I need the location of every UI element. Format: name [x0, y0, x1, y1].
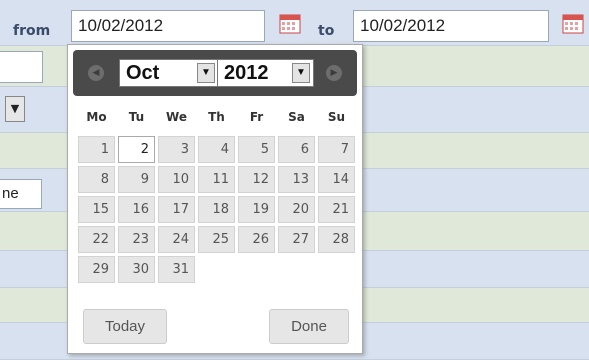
chevron-down-icon[interactable]: ▼	[292, 63, 310, 83]
weekday-label: Sa	[288, 110, 305, 124]
month-value: Oct	[126, 62, 160, 84]
datepicker-popup: ◀ Oct ▼ 2012 ▼ ▶ Mo Tu We Th Fr Sa Su 12345678…	[67, 44, 363, 354]
weekday-label: Tu	[128, 110, 145, 124]
day-cell[interactable]: 1	[78, 136, 115, 163]
day-cell[interactable]: 29	[78, 256, 115, 283]
left-text-input[interactable]	[0, 51, 43, 83]
day-cell[interactable]: 10	[158, 166, 195, 193]
day-cell-selected[interactable]: 2	[118, 136, 155, 163]
day-cell[interactable]: 17	[158, 196, 195, 223]
to-label: to	[318, 23, 335, 39]
year-select[interactable]: 2012 ▼	[217, 59, 314, 87]
weekday-label: Th	[208, 110, 225, 124]
done-button[interactable]: Done	[269, 309, 349, 344]
day-cell[interactable]: 26	[238, 226, 275, 253]
day-cell[interactable]: 23	[118, 226, 155, 253]
day-cell[interactable]: 15	[78, 196, 115, 223]
day-cell[interactable]: 20	[278, 196, 315, 223]
weekday-label: Fr	[249, 110, 264, 124]
day-cell[interactable]: 21	[318, 196, 355, 223]
chevron-down-icon[interactable]: ▼	[197, 63, 215, 83]
day-cell[interactable]: 28	[318, 226, 355, 253]
day-cell[interactable]: 6	[278, 136, 315, 163]
day-cell[interactable]: 9	[118, 166, 155, 193]
weekday-label: Mo	[86, 110, 107, 124]
day-cell[interactable]: 22	[78, 226, 115, 253]
from-date-input[interactable]: 10/02/2012	[71, 10, 265, 42]
day-cell[interactable]: 25	[198, 226, 235, 253]
chevron-left-icon[interactable]: ◀	[88, 65, 104, 81]
day-cell[interactable]: 7	[318, 136, 355, 163]
month-select[interactable]: Oct ▼	[119, 59, 219, 87]
weekday-label: We	[166, 110, 187, 124]
day-cell[interactable]: 18	[198, 196, 235, 223]
datepicker-header: ◀ Oct ▼ 2012 ▼ ▶	[73, 50, 357, 96]
calendar-icon[interactable]	[562, 14, 584, 34]
today-button[interactable]: Today	[83, 309, 167, 344]
left-name-input[interactable]: ne	[0, 179, 42, 209]
day-cell[interactable]: 31	[158, 256, 195, 283]
to-date-input[interactable]: 10/02/2012	[353, 10, 549, 42]
day-cell[interactable]: 13	[278, 166, 315, 193]
weekday-label: Su	[327, 110, 346, 124]
day-cell[interactable]: 3	[158, 136, 195, 163]
day-cell[interactable]: 5	[238, 136, 275, 163]
day-cell[interactable]: 24	[158, 226, 195, 253]
left-name-text: ne	[2, 185, 19, 202]
day-cell[interactable]: 16	[118, 196, 155, 223]
day-cell[interactable]: 27	[278, 226, 315, 253]
chevron-right-icon[interactable]: ▶	[326, 65, 342, 81]
calendar-icon[interactable]	[279, 14, 301, 34]
day-cell[interactable]: 4	[198, 136, 235, 163]
from-label: from	[13, 23, 51, 39]
day-cell[interactable]: 11	[198, 166, 235, 193]
day-cell[interactable]: 14	[318, 166, 355, 193]
day-cell[interactable]: 8	[78, 166, 115, 193]
day-cell[interactable]: 12	[238, 166, 275, 193]
year-value: 2012	[224, 62, 269, 84]
day-cell[interactable]: 30	[118, 256, 155, 283]
left-select-dropdown[interactable]: ▼	[5, 96, 25, 122]
day-cell[interactable]: 19	[238, 196, 275, 223]
